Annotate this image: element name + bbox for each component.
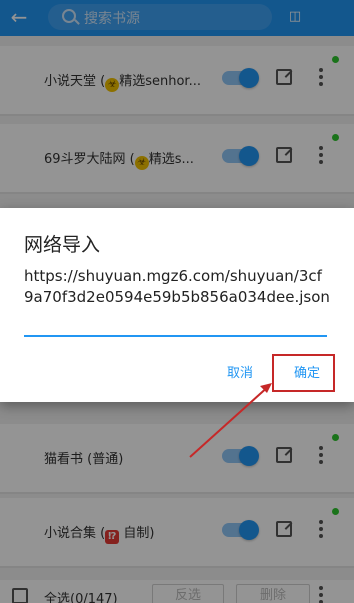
annotation-arrow (189, 383, 272, 458)
